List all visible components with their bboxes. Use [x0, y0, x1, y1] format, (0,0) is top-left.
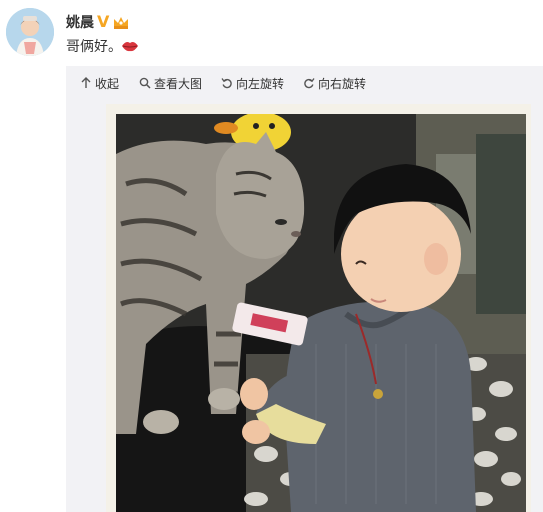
photo-frame [106, 104, 531, 512]
view-large-label: 查看大图 [154, 77, 203, 91]
collapse-button[interactable]: 收起 [80, 75, 119, 93]
weibo-post: 姚晨 V 哥俩好。 收起 查看大图 向左旋转 向右旋转 [0, 0, 543, 512]
post-photo[interactable] [116, 114, 526, 512]
avatar[interactable] [6, 8, 54, 56]
arrow-up-icon [80, 76, 92, 88]
rotate-left-label: 向左旋转 [236, 77, 285, 91]
crown-member-icon[interactable] [112, 14, 130, 30]
magnifier-icon [139, 76, 151, 89]
media-card: 收起 查看大图 向左旋转 向右旋转 [66, 66, 543, 512]
rotate-left-button[interactable]: 向左旋转 [221, 75, 284, 93]
rotate-left-icon [221, 76, 233, 89]
media-toolbar: 收起 查看大图 向左旋转 向右旋转 [66, 66, 543, 102]
post-text: 哥俩好。 [66, 39, 122, 55]
rotate-right-button[interactable]: 向右旋转 [303, 75, 366, 93]
view-large-button[interactable]: 查看大图 [139, 75, 202, 93]
rotate-right-label: 向右旋转 [318, 77, 367, 91]
username[interactable]: 姚晨 [66, 14, 94, 32]
rotate-right-icon [303, 76, 315, 89]
collapse-label: 收起 [95, 77, 120, 91]
lips-emoji-icon [120, 37, 140, 55]
verified-v-icon[interactable]: V [97, 13, 111, 31]
